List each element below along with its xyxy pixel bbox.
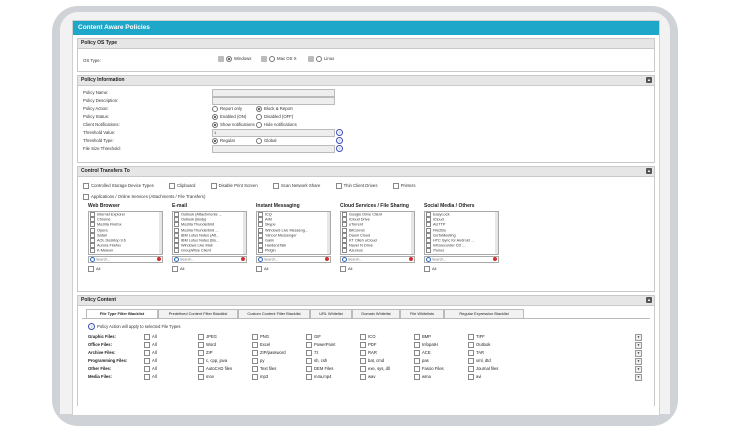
search-icon — [174, 257, 179, 262]
column-web-browser: Web Browser Internet Explorer Chrome Moz… — [88, 203, 163, 272]
os-linux-option[interactable]: Linux — [308, 56, 334, 62]
check-thin-client[interactable]: Thin Client Drives — [335, 183, 377, 189]
search-icon — [90, 257, 95, 262]
column-email: E-mail Outlook (Attachments ... Outlook … — [172, 203, 247, 272]
social-all[interactable]: All — [424, 266, 499, 272]
email-list[interactable]: Outlook (Attachments ... Outlook (Body) … — [172, 211, 247, 255]
file-type-table: Graphic Files: All JPEG PNG GIF ICO BMP … — [88, 333, 648, 381]
column-social-media: Social Media / Others EasyLock iCloud AU… — [424, 203, 499, 272]
apple-icon — [261, 56, 267, 62]
os-mac-radio[interactable] — [269, 56, 275, 62]
scrollbar[interactable] — [495, 212, 498, 254]
cloud-list[interactable]: Google Drive Client iCloud Drive uTorren… — [340, 211, 415, 255]
help-icon[interactable]: ? — [336, 129, 343, 136]
help-icon[interactable]: ? — [336, 145, 343, 152]
policy-os-header: Policy OS Type — [78, 39, 654, 49]
os-windows-option[interactable]: Windows — [218, 56, 251, 62]
policy-content-note: Policy Action will apply to selected Fil… — [97, 324, 181, 329]
collapse-icon[interactable]: ▲ — [646, 297, 652, 303]
policy-os-section: Policy OS Type OS Type: Windows Mac OS X… — [77, 38, 655, 72]
file-size-threshold-label: File Size Threshold: — [83, 146, 121, 151]
policy-name-label: Policy Name: — [83, 90, 109, 95]
app-columns: Web Browser Internet Explorer Chrome Moz… — [88, 203, 648, 291]
threshold-type-label: Threshold Type: — [83, 138, 114, 143]
check-storage-devices[interactable]: Controlled Storage Device Types — [83, 183, 154, 189]
check-print-screen[interactable]: Disable Print Screen — [210, 183, 258, 189]
policy-action-label: Policy Action: — [83, 106, 109, 111]
search-icon — [258, 257, 263, 262]
row-graphic-files: Graphic Files: All JPEG PNG GIF ICO BMP … — [88, 333, 648, 341]
check-clipboard[interactable]: Clipboard — [168, 183, 195, 189]
scrollbar[interactable] — [159, 212, 162, 254]
clear-icon[interactable] — [157, 257, 161, 261]
chevron-down-icon[interactable]: ▼ — [635, 366, 642, 373]
email-search[interactable]: Search... — [172, 256, 247, 263]
row-archive-files: Archive Files: All ZIP ZIP/password 7z R… — [88, 349, 648, 357]
clear-icon[interactable] — [409, 257, 413, 261]
file-size-threshold-input[interactable] — [212, 145, 335, 153]
chevron-down-icon[interactable]: ▼ — [635, 358, 642, 365]
web-browser-list[interactable]: Internet Explorer Chrome Mozilla Firefox… — [88, 211, 163, 255]
clear-icon[interactable] — [241, 257, 245, 261]
cloud-search[interactable]: Search... — [340, 256, 415, 263]
threshold-value-label: Threshold Value: — [83, 130, 116, 135]
control-transfers-section: Control Transfers To ▲ Controlled Storage… — [77, 166, 655, 292]
search-icon — [342, 257, 347, 262]
collapse-icon[interactable]: ▲ — [646, 168, 652, 174]
email-all[interactable]: All — [172, 266, 247, 272]
cloud-all[interactable]: All — [340, 266, 415, 272]
chevron-down-icon[interactable]: ▼ — [635, 334, 642, 341]
policy-info-section: Policy Information ▲ Policy Name: Policy … — [77, 75, 655, 163]
windows-icon — [218, 56, 224, 62]
row-programming-files: Programming Files: All c, cpp, java py s… — [88, 357, 648, 365]
policy-content-header: Policy Content ▲ — [78, 296, 654, 306]
os-mac-option[interactable]: Mac OS X — [261, 56, 297, 62]
content-tabs: File Type Filter Blacklist Predefined Co… — [82, 309, 650, 319]
web-browser-all[interactable]: All — [88, 266, 163, 272]
check-applications[interactable]: Applications / Online Services (Attachme… — [83, 194, 205, 200]
check-network-share[interactable]: Scan Network Share — [272, 183, 320, 189]
policy-info-header: Policy Information ▲ — [78, 76, 654, 86]
app-window: Content Aware Policies Policy OS Type OS… — [72, 20, 660, 416]
linux-icon — [308, 56, 314, 62]
control-transfers-header: Control Transfers To ▲ — [78, 167, 654, 177]
chevron-down-icon[interactable]: ▼ — [635, 342, 642, 349]
im-search[interactable]: Search... — [256, 256, 331, 263]
scrollbar[interactable] — [411, 212, 414, 254]
scrollbar[interactable] — [327, 212, 330, 254]
web-browser-search[interactable]: Search... — [88, 256, 163, 263]
os-type-label: OS Type: — [83, 58, 101, 63]
scrollbar[interactable] — [243, 212, 246, 254]
row-office-files: Office Files: All Word Excel PowerPoint … — [88, 341, 648, 349]
policy-content-section: Policy Content ▲ File Type Filter Blackli… — [77, 295, 655, 406]
window-title: Content Aware Policies — [73, 21, 659, 35]
check-printers[interactable]: Printers — [392, 183, 416, 189]
column-instant-messaging: Instant Messaging ICQ AIM Skype Windows … — [256, 203, 331, 272]
im-all[interactable]: All — [256, 266, 331, 272]
collapse-icon[interactable]: ▲ — [646, 77, 652, 83]
row-other-files: Other Files: All AutoCAD files Text file… — [88, 365, 648, 373]
social-search[interactable]: Search... — [424, 256, 499, 263]
help-icon[interactable]: ? — [336, 137, 343, 144]
clear-icon[interactable] — [325, 257, 329, 261]
chevron-down-icon[interactable]: ▼ — [635, 350, 642, 357]
chevron-down-icon[interactable]: ▼ — [635, 374, 642, 381]
help-icon[interactable]: ? — [88, 323, 95, 330]
os-windows-radio[interactable] — [226, 56, 232, 62]
clear-icon[interactable] — [493, 257, 497, 261]
policy-description-label: Policy Description: — [83, 98, 119, 103]
im-list[interactable]: ICQ AIM Skype Windows Live Messeng... Ya… — [256, 211, 331, 255]
column-cloud-services: Cloud Services / File Sharing Google Dri… — [340, 203, 415, 272]
social-list[interactable]: EasyLock iCloud AUTTP File2Bu GoToMeetin… — [424, 211, 499, 255]
client-notifications-label: Client Notifications: — [83, 122, 120, 127]
row-media-files: Media Files: All mov mp3 m4a,mp4 wav wma… — [88, 373, 648, 381]
os-linux-radio[interactable] — [316, 56, 322, 62]
policy-status-label: Policy Status: — [83, 114, 110, 119]
search-icon — [426, 257, 431, 262]
